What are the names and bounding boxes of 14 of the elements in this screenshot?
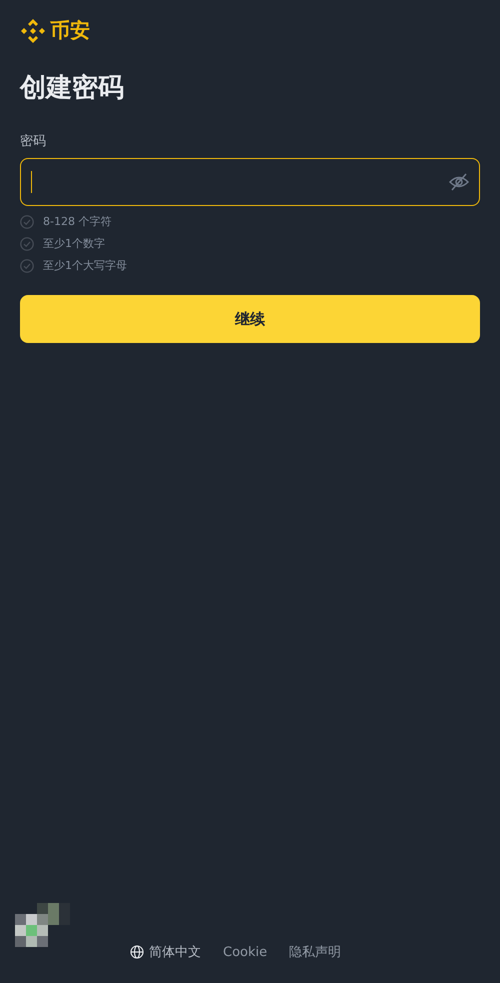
eye-off-icon[interactable] [449, 173, 469, 191]
language-selector[interactable]: 简体中文 [130, 943, 201, 961]
password-rule: 至少1个数字 [43, 236, 105, 251]
password-rule: 8-128 个字符 [43, 214, 112, 229]
footer-link[interactable]: 隐私声明 [289, 943, 342, 961]
password-rule: 至少1个大写字母 [43, 258, 127, 273]
diamond-logo-icon [20, 18, 46, 44]
footer-link[interactable]: Cookie [223, 944, 268, 960]
globe-icon [130, 945, 144, 959]
page-title: 创建密码 [20, 72, 125, 105]
brand-name: 币安 [50, 17, 90, 44]
field-label: 密码 [20, 133, 47, 150]
password-field[interactable] [20, 158, 480, 206]
continue-button[interactable]: 继续 [20, 295, 480, 343]
